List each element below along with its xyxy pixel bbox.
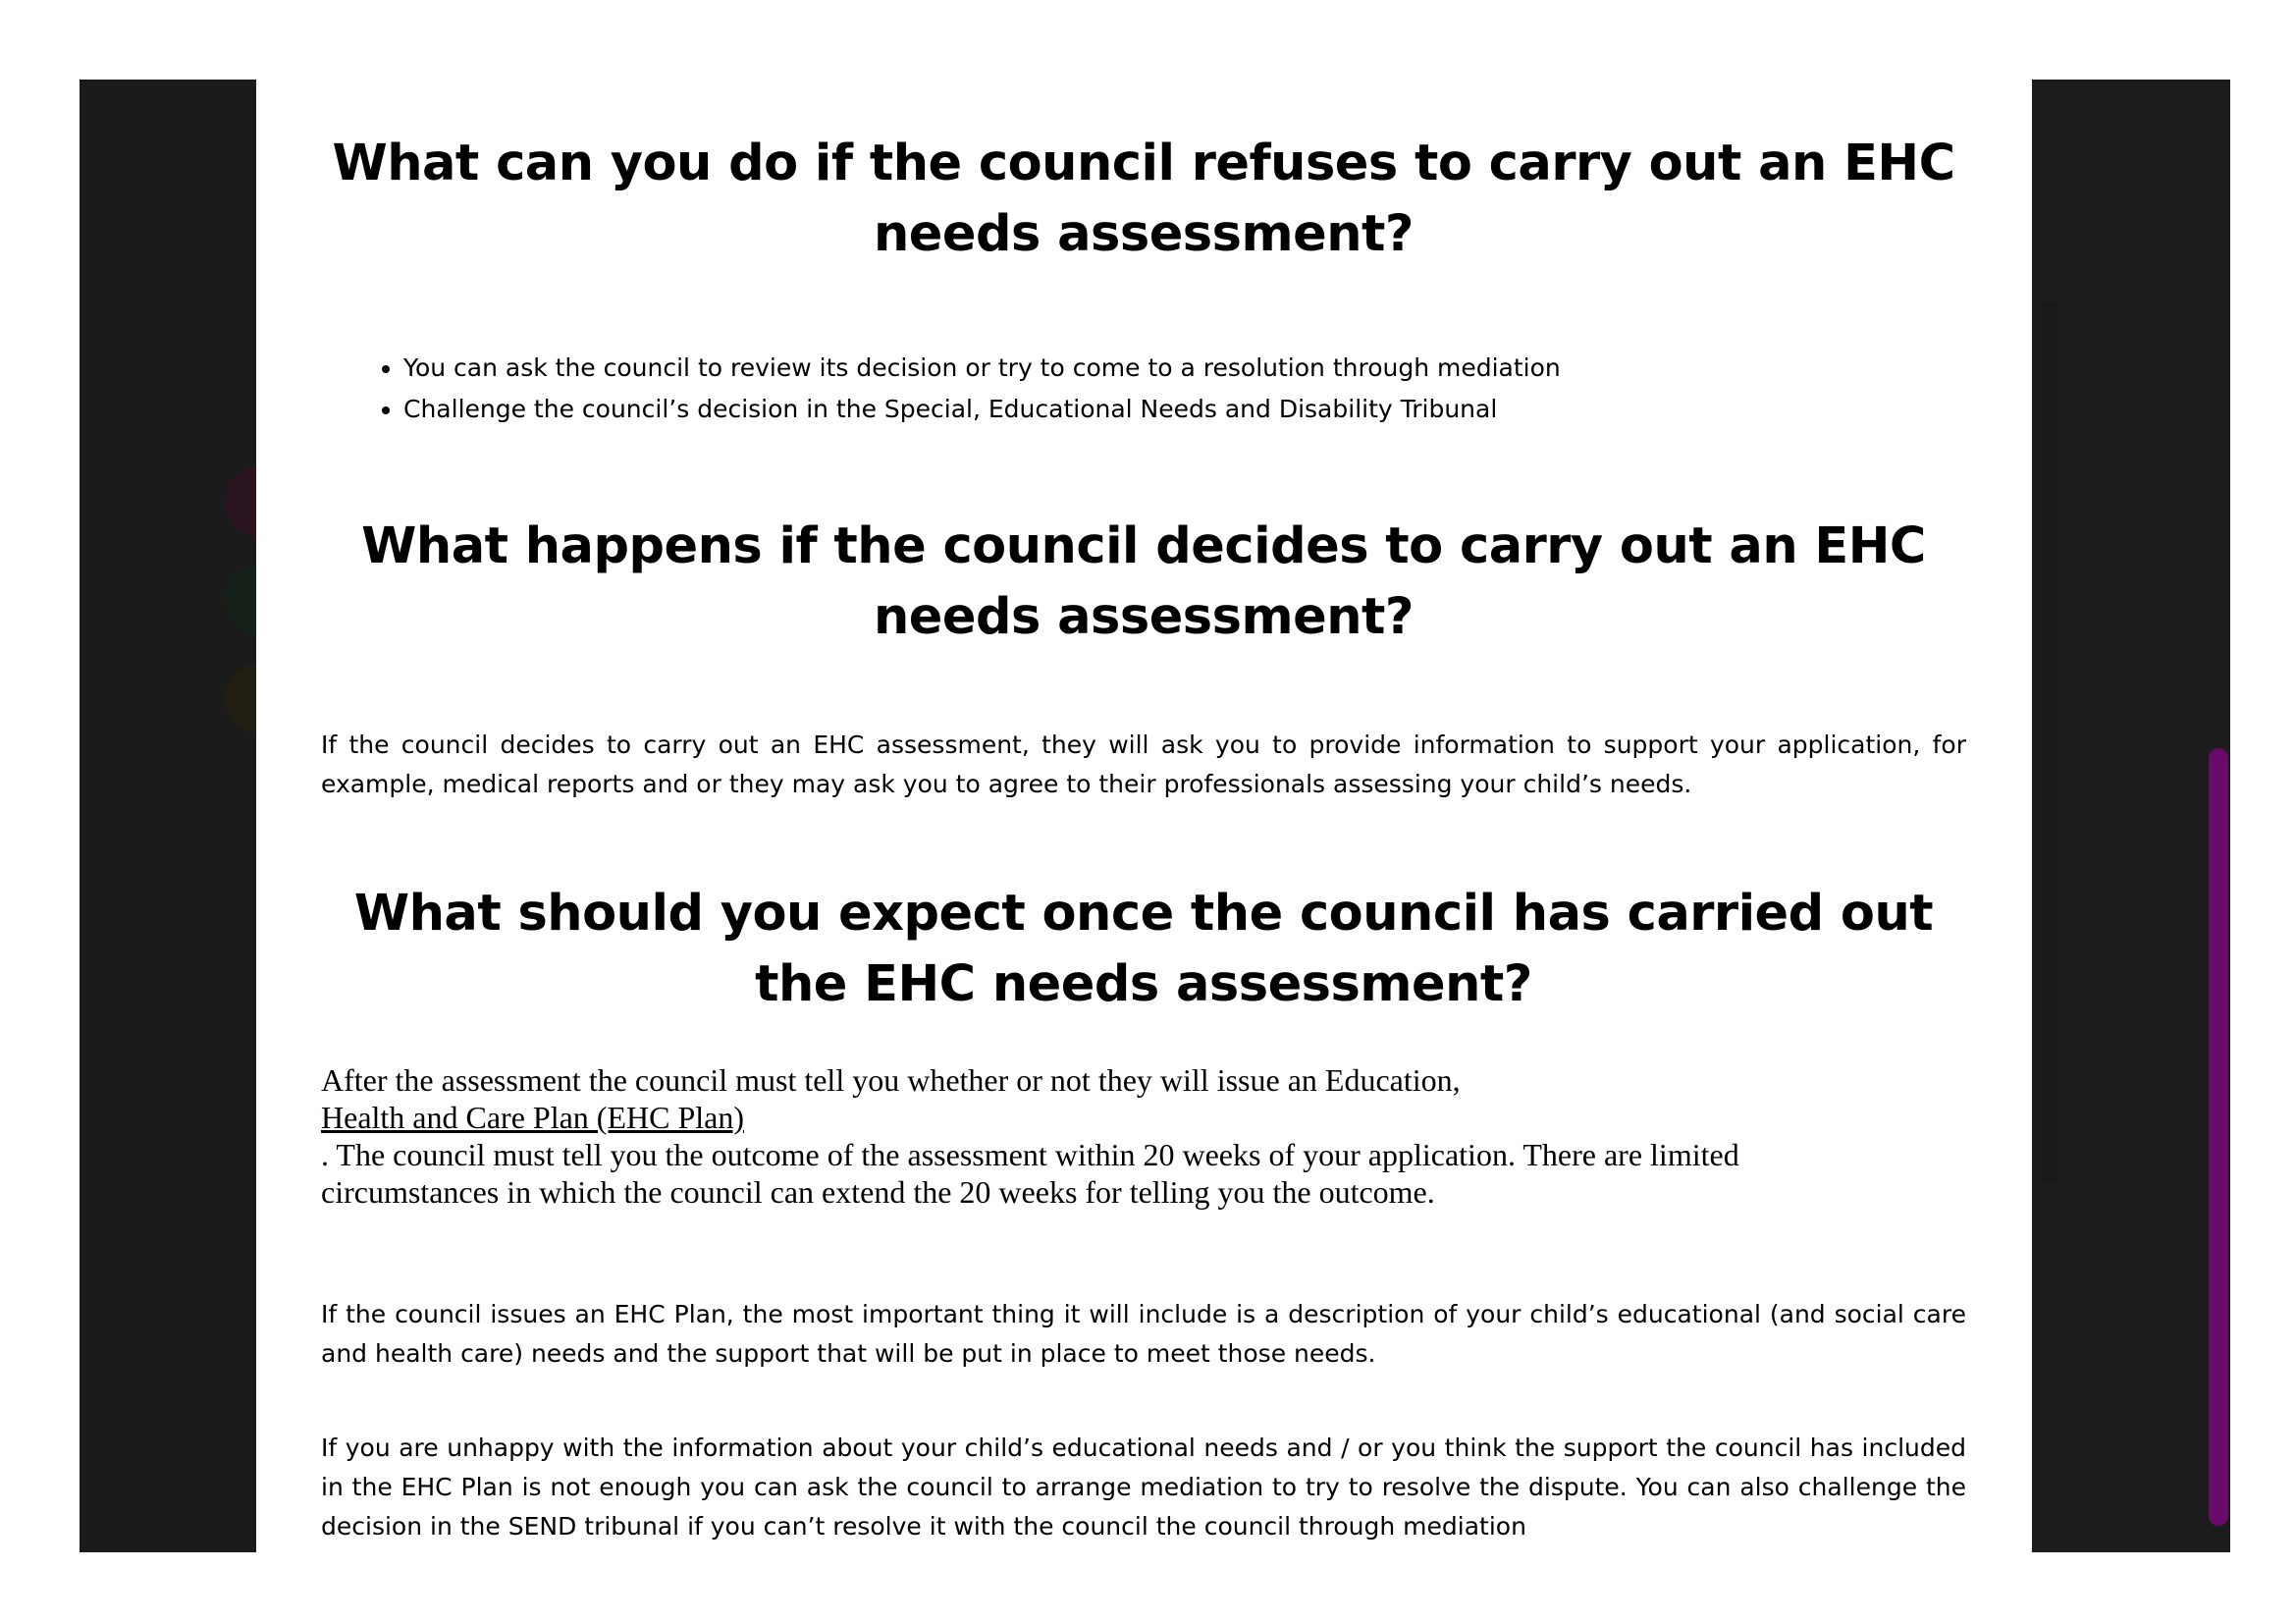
side-rail xyxy=(2042,300,2057,1184)
section-refuses: What can you do if the council refuses t… xyxy=(321,129,1966,270)
document-page: What can you do if the council refuses t… xyxy=(256,80,2032,1552)
scrollbar-thumb[interactable] xyxy=(2209,748,2228,1526)
unhappy-paragraph: If you are unhappy with the information … xyxy=(321,1434,1966,1541)
list-item: Challenge the council’s decision in the … xyxy=(403,389,1966,430)
section-expect: What should you expect once the council … xyxy=(321,879,1966,1020)
ehc-plan-paragraph: If the council issues an EHC Plan, the m… xyxy=(321,1300,1966,1368)
ehc-plan-link[interactable]: Health and Care Plan (EHC Plan) xyxy=(321,1100,744,1135)
outcome-notice: After the assessment the council must te… xyxy=(321,1061,1852,1211)
decides-paragraph: If the council decides to carry out an E… xyxy=(321,730,1966,798)
outcome-line-2: . The council must tell you the outcome … xyxy=(321,1137,1739,1210)
ehc-plan-paragraph-block: If the council issues an EHC Plan, the m… xyxy=(321,1295,1966,1374)
list-item: You can ask the council to review its de… xyxy=(403,348,1966,389)
refuses-options-list: You can ask the council to review its de… xyxy=(321,348,1966,430)
section-decides: What happens if the council decides to c… xyxy=(321,512,1966,653)
outcome-line-1: After the assessment the council must te… xyxy=(321,1062,1461,1098)
decides-paragraph-block: If the council decides to carry out an E… xyxy=(321,726,1966,804)
left-side-panel xyxy=(80,80,295,1552)
heading-expect: What should you expect once the council … xyxy=(353,885,1934,1013)
right-side-panel xyxy=(2032,80,2230,1552)
heading-refuses: What can you do if the council refuses t… xyxy=(332,135,1955,263)
heading-decides: What happens if the council decides to c… xyxy=(361,517,1926,646)
unhappy-paragraph-block: If you are unhappy with the information … xyxy=(321,1429,1966,1546)
